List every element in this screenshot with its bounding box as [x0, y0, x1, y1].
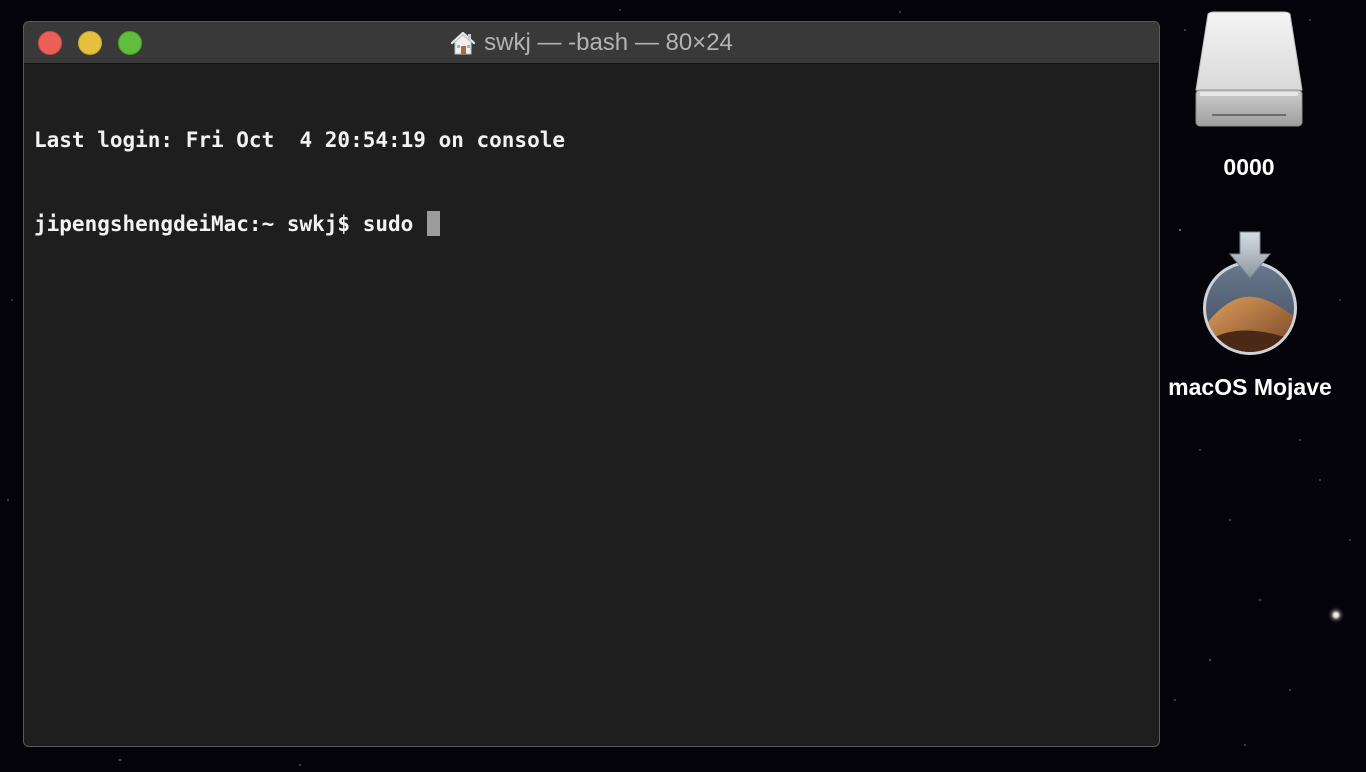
- desktop-icon-label: macOS Mojave: [1168, 374, 1332, 400]
- terminal-window[interactable]: swkj — -bash — 80×24 Last login: Fri Oct…: [23, 21, 1160, 747]
- terminal-prompt-line[interactable]: jipengshengdeiMac:~ swkj$ sudo: [34, 210, 1149, 238]
- window-title: swkj — -bash — 80×24: [24, 30, 1159, 56]
- home-icon: [451, 31, 476, 55]
- window-title-text: swkj — -bash — 80×24: [484, 29, 733, 56]
- desktop-icon-drive[interactable]: 0000: [1188, 10, 1310, 181]
- desktop-icon-label: 0000: [1223, 154, 1275, 180]
- title-bar[interactable]: swkj — -bash — 80×24: [24, 22, 1159, 64]
- macos-installer-icon: [1203, 231, 1297, 355]
- terminal-output[interactable]: Last login: Fri Oct 4 20:54:19 on consol…: [34, 70, 1149, 736]
- terminal-prompt-text: jipengshengdeiMac:~ swkj$ sudo: [34, 212, 426, 236]
- text-cursor: [426, 211, 440, 236]
- terminal-line: Last login: Fri Oct 4 20:54:19 on consol…: [34, 128, 566, 152]
- desktop-icon-installer[interactable]: macOS Mojave: [1150, 230, 1350, 401]
- external-drive-icon: [1195, 11, 1303, 127]
